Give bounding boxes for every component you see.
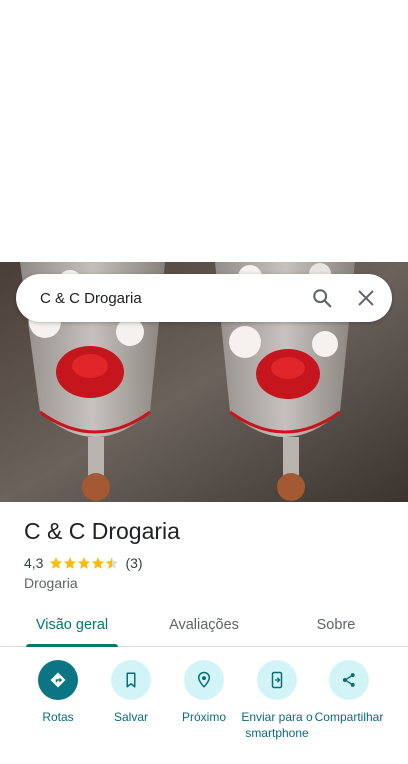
share-icon[interactable]: [329, 660, 369, 700]
star-icon: [78, 557, 91, 569]
rating-row[interactable]: 4,3 (3): [24, 555, 143, 571]
star-icon: [92, 557, 105, 569]
star-icon: [50, 557, 63, 569]
rating-stars: [49, 556, 119, 570]
share-button[interactable]: Compartilhar: [311, 660, 387, 725]
tab-bar: Visão geral Avaliações Sobre: [0, 604, 408, 647]
tab-overview[interactable]: Visão geral: [26, 604, 118, 647]
rating-value: 4,3: [24, 555, 44, 571]
directions-icon[interactable]: [38, 660, 78, 700]
send-to-phone-icon[interactable]: [257, 660, 297, 700]
search-input[interactable]: C & C Drogaria: [40, 290, 304, 307]
send-to-phone-button[interactable]: Enviar para o smartphone: [239, 660, 315, 741]
nearby-button[interactable]: Próximo: [166, 660, 242, 725]
search-bar[interactable]: C & C Drogaria: [16, 274, 392, 322]
active-tab-indicator: [26, 644, 118, 647]
star-icon: [64, 557, 77, 569]
tab-about[interactable]: Sobre: [300, 604, 372, 646]
place-category: Drogaria: [24, 575, 78, 591]
save-button[interactable]: Salvar: [93, 660, 169, 725]
nearby-icon[interactable]: [184, 660, 224, 700]
search-icon[interactable]: [304, 280, 340, 316]
review-count[interactable]: (3): [125, 555, 142, 571]
half-star-icon: [106, 557, 119, 569]
directions-button[interactable]: Rotas: [20, 660, 96, 725]
action-row: Rotas Salvar Próximo Enviar para o smart…: [0, 660, 408, 760]
place-title: C & C Drogaria: [24, 518, 180, 544]
bookmark-icon[interactable]: [111, 660, 151, 700]
tab-reviews[interactable]: Avaliações: [158, 604, 250, 646]
close-icon[interactable]: [348, 280, 384, 316]
